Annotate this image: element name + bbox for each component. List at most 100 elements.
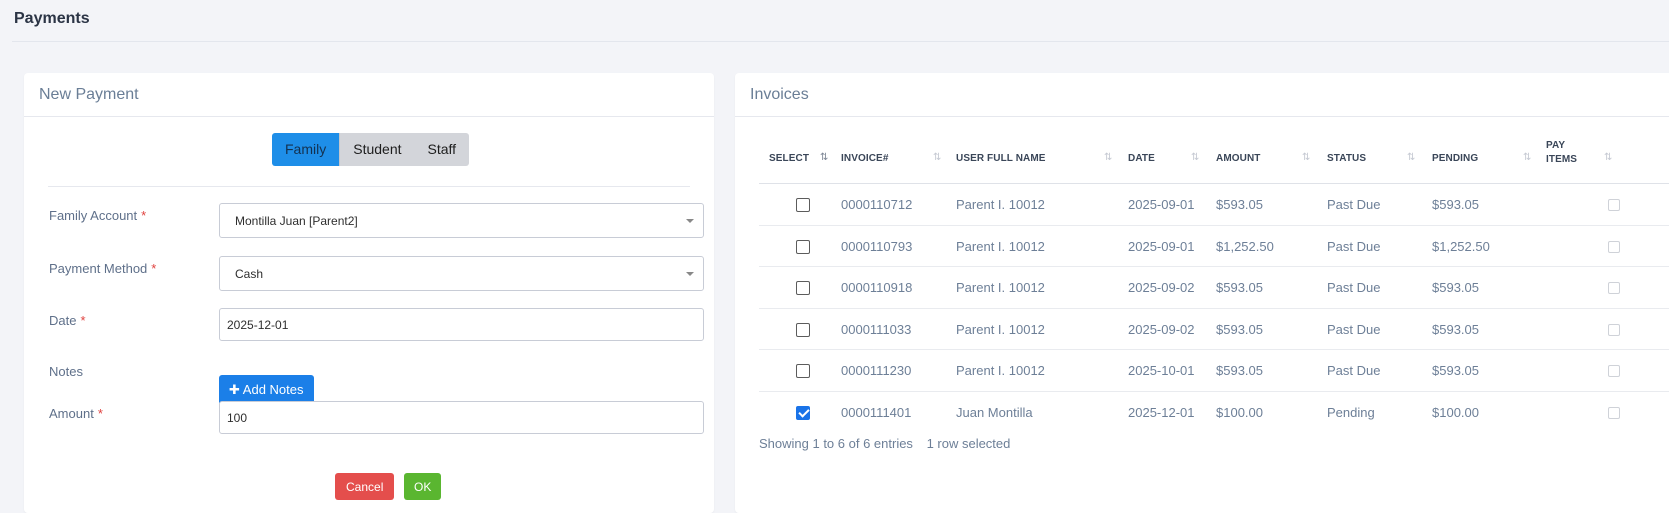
- new-payment-card: New Payment Family Student Staff Family …: [24, 73, 714, 513]
- invoice-cell: 0000111401: [841, 404, 912, 420]
- user-full-name-cell: Parent I. 10012: [956, 238, 1045, 254]
- user-full-name-cell: Parent I. 10012: [956, 363, 1045, 378]
- sort-arrows-icon[interactable]: ⇅: [933, 152, 941, 163]
- invoice-cell: 0000111033: [841, 321, 912, 337]
- column-pending[interactable]: PENDING: [1432, 153, 1478, 164]
- date-cell: 2025-09-02: [1128, 321, 1195, 337]
- status-cell: Pending: [1327, 404, 1375, 420]
- user-full-name-cell: Parent I. 10012: [956, 197, 1045, 212]
- date-cell: 2025-09-01: [1128, 197, 1195, 212]
- segment-family[interactable]: Family: [272, 133, 340, 166]
- column-select[interactable]: SELECT: [769, 153, 809, 164]
- page-title: Payments: [14, 10, 90, 27]
- rows-selected-text: 1 row selected: [926, 436, 1011, 451]
- pay-items-checkbox[interactable]: [1608, 240, 1620, 253]
- sort-arrows-icon[interactable]: ⇅: [1104, 152, 1112, 163]
- user-full-name-cell: Parent I. 10012: [956, 280, 1045, 295]
- required-marker: *: [151, 261, 157, 276]
- amount-input[interactable]: 100: [219, 401, 704, 434]
- date-cell: 2025-09-01: [1128, 238, 1195, 254]
- sort-arrows-icon[interactable]: ⇅: [1191, 152, 1199, 163]
- family-account-select[interactable]: Montilla Juan [Parent2]: [219, 203, 704, 238]
- invoice-cell: 0000110918: [841, 280, 913, 295]
- pay-items-checkbox[interactable]: [1608, 406, 1620, 419]
- date-input[interactable]: 2025-12-01: [219, 308, 704, 341]
- segment-staff[interactable]: Staff: [414, 133, 470, 166]
- pay-items-checkbox[interactable]: [1608, 365, 1620, 377]
- required-marker: *: [80, 313, 86, 328]
- column-status[interactable]: STATUS: [1327, 153, 1366, 164]
- pay-items-checkbox[interactable]: [1608, 199, 1620, 211]
- segment-student[interactable]: Student: [339, 133, 415, 166]
- amount-cell: $1,252.50: [1216, 238, 1274, 254]
- new-payment-title: New Payment: [24, 73, 714, 117]
- caret-down-icon: [686, 219, 694, 223]
- notes-label: Notes: [49, 364, 83, 379]
- title-divider: [12, 41, 1669, 42]
- status-cell: Past Due: [1327, 321, 1381, 337]
- invoices-card: Invoices SELECT ⇅ INVOICE# ⇅ USER FULL N…: [735, 73, 1669, 513]
- payment-method-label-text: Payment Method: [49, 261, 148, 276]
- family-account-label: Family Account *: [49, 208, 146, 223]
- row-select-checkbox[interactable]: [796, 198, 810, 212]
- required-marker: *: [97, 406, 103, 421]
- table-header: SELECT ⇅ INVOICE# ⇅ USER FULL NAME ⇅ DAT…: [759, 137, 1669, 184]
- payment-method-select[interactable]: Cash: [219, 256, 704, 291]
- sort-arrows-icon[interactable]: ⇅: [1407, 152, 1415, 163]
- row-select-checkbox[interactable]: [796, 322, 810, 337]
- column-date[interactable]: DATE: [1128, 153, 1155, 164]
- showing-entries-text: Showing 1 to 6 of 6 entries: [759, 436, 913, 451]
- date-cell: 2025-12-01: [1128, 404, 1195, 420]
- amount-cell: $593.05: [1216, 363, 1263, 378]
- row-select-checkbox[interactable]: [796, 281, 810, 295]
- table-row[interactable]: 0000111033 Parent I. 10012 2025-09-02 $593.…: [759, 309, 1669, 350]
- payment-method-value: Cash: [235, 267, 264, 281]
- date-label-text: Date: [49, 313, 77, 328]
- invoice-cell: 0000110793: [841, 238, 913, 254]
- pending-cell: $593.05: [1432, 197, 1479, 212]
- column-user-full-name[interactable]: USER FULL NAME: [956, 153, 1046, 164]
- sort-arrows-icon[interactable]: ⇅: [1604, 152, 1612, 163]
- date-cell: 2025-09-02: [1128, 280, 1195, 295]
- pending-cell: $100.00: [1432, 404, 1479, 420]
- column-pay-items[interactable]: PAY ITEMS: [1546, 139, 1586, 167]
- pending-cell: $593.05: [1432, 363, 1479, 378]
- invoices-table: SELECT ⇅ INVOICE# ⇅ USER FULL NAME ⇅ DAT…: [759, 137, 1669, 433]
- status-cell: Past Due: [1327, 363, 1381, 378]
- row-select-checkbox[interactable]: [796, 239, 810, 254]
- status-cell: Past Due: [1327, 280, 1381, 295]
- table-row[interactable]: 0000110793 Parent I. 10012 2025-09-01 $1,25…: [759, 226, 1669, 267]
- status-cell: Past Due: [1327, 197, 1381, 212]
- date-label: Date *: [49, 313, 86, 328]
- pay-items-checkbox[interactable]: [1608, 282, 1620, 294]
- invoice-cell: 0000111230: [841, 363, 912, 378]
- invoice-cell: 0000110712: [841, 197, 913, 212]
- table-row[interactable]: 0000111230 Parent I. 10012 2025-10-01 $593.…: [759, 350, 1669, 392]
- table-row[interactable]: 0000110712 Parent I. 10012 2025-09-01 $593.…: [759, 184, 1669, 226]
- sort-arrows-icon[interactable]: ⇅: [820, 152, 828, 163]
- required-marker: *: [141, 208, 147, 223]
- sort-arrows-icon[interactable]: ⇅: [1523, 152, 1531, 163]
- table-row[interactable]: 0000111401 Juan Montilla 2025-12-01 $100.00…: [759, 392, 1669, 434]
- table-body: 0000110712 Parent I. 10012 2025-09-01 $593.…: [759, 184, 1669, 433]
- table-info: Showing 1 to 6 of 6 entries 1 row select…: [759, 436, 1010, 451]
- pending-cell: $593.05: [1432, 280, 1479, 295]
- status-cell: Past Due: [1327, 238, 1381, 254]
- family-account-value: Montilla Juan [Parent2]: [235, 214, 358, 228]
- payment-method-label: Payment Method *: [49, 261, 156, 276]
- amount-cell: $593.05: [1216, 197, 1263, 212]
- ok-button[interactable]: OK: [404, 473, 442, 500]
- amount-cell: $593.05: [1216, 321, 1263, 337]
- amount-cell: $100.00: [1216, 404, 1263, 420]
- invoices-title: Invoices: [735, 73, 1669, 117]
- sort-arrows-icon[interactable]: ⇅: [1302, 152, 1310, 163]
- row-select-checkbox[interactable]: [796, 405, 810, 420]
- cancel-button[interactable]: Cancel: [335, 473, 395, 500]
- column-invoice[interactable]: INVOICE#: [841, 153, 888, 164]
- amount-label-text: Amount: [49, 406, 94, 421]
- row-select-checkbox[interactable]: [796, 364, 810, 378]
- column-amount[interactable]: AMOUNT: [1216, 153, 1260, 164]
- pay-items-checkbox[interactable]: [1608, 323, 1620, 336]
- table-row[interactable]: 0000110918 Parent I. 10012 2025-09-02 $593.…: [759, 267, 1669, 309]
- family-account-label-text: Family Account: [49, 208, 138, 223]
